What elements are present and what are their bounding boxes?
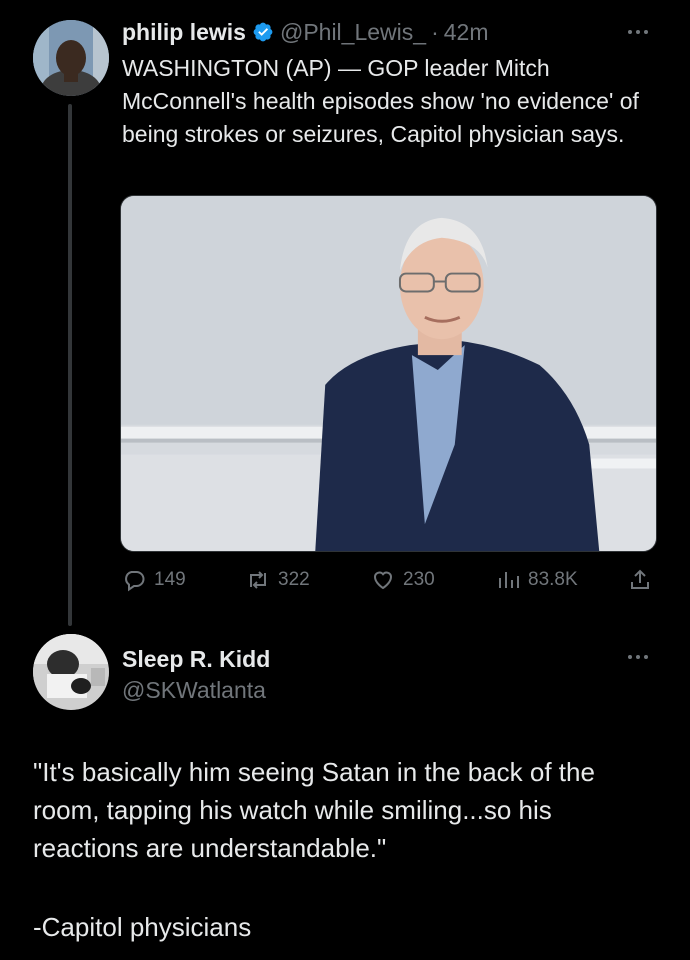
repost-count: 322 xyxy=(278,569,310,590)
reply-header: Sleep R. Kidd @SKWatlanta xyxy=(122,644,270,706)
reply-signature: -Capitol physicians xyxy=(33,912,252,942)
more-icon[interactable] xyxy=(624,652,652,662)
reply-button[interactable]: 149 xyxy=(122,566,186,594)
avatar-sleep-r-kidd[interactable] xyxy=(33,634,109,710)
share-icon xyxy=(631,569,649,589)
reply-count: 149 xyxy=(154,569,186,590)
author-name[interactable]: philip lewis xyxy=(122,19,246,46)
separator-dot: · xyxy=(431,18,439,45)
avatar-philip-lewis[interactable] xyxy=(33,20,109,96)
reply-icon xyxy=(125,571,145,592)
share-button[interactable] xyxy=(628,566,652,594)
reply-author-handle[interactable]: @SKWatlanta xyxy=(122,674,270,706)
reply-text: "It's basically him seeing Satan in the … xyxy=(33,757,595,863)
tweet-photo[interactable] xyxy=(120,195,657,552)
thread-line xyxy=(68,104,72,626)
repost-button[interactable]: 322 xyxy=(246,566,310,594)
more-icon[interactable] xyxy=(624,27,652,37)
reply-author-name[interactable]: Sleep R. Kidd xyxy=(122,644,270,674)
like-count: 230 xyxy=(403,569,435,590)
views-count: 83.8K xyxy=(528,569,578,590)
repost-icon xyxy=(250,571,266,589)
views-icon xyxy=(499,572,519,588)
tweet-header: philip lewis @Phil_Lewis_ · 42m xyxy=(122,16,488,48)
views-button[interactable]: 83.8K xyxy=(496,566,578,594)
tweet-text: WASHINGTON (AP) — GOP leader Mitch McCon… xyxy=(122,55,639,147)
verified-badge-icon xyxy=(252,21,274,43)
timestamp[interactable]: 42m xyxy=(444,19,489,46)
heart-icon xyxy=(373,571,393,590)
like-button[interactable]: 230 xyxy=(371,566,435,594)
author-handle[interactable]: @Phil_Lewis_ xyxy=(280,19,426,46)
